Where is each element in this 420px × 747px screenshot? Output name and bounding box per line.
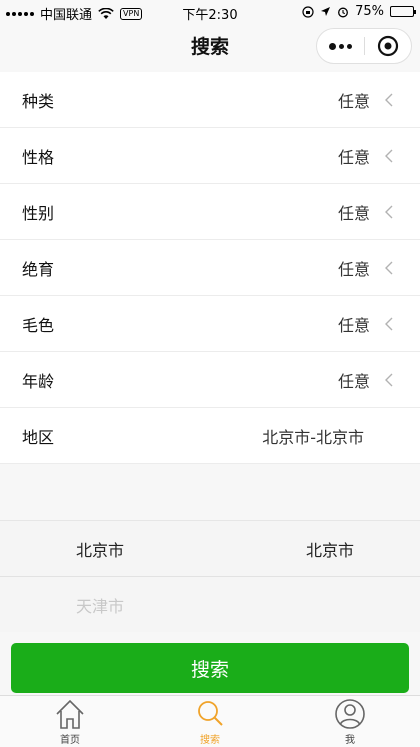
form-row-value: 任意 xyxy=(337,259,370,279)
form-row-label: 种类 xyxy=(22,91,55,111)
tab-home[interactable]: 首页 xyxy=(0,696,140,747)
filter-form: 种类 任意 性格 任意 性别 任意 绝育 任意 毛色 任意 年龄 任意 地区 北京市-北京市 xyxy=(0,72,420,464)
chevron-left-icon xyxy=(385,317,393,330)
form-row-value: 任意 xyxy=(337,315,370,335)
picker-city[interactable]: 北京市 xyxy=(210,537,420,561)
form-row-label: 性格 xyxy=(22,147,55,167)
picker-province[interactable]: 北京市 xyxy=(0,537,210,561)
form-row-value: 任意 xyxy=(337,91,370,111)
form-row[interactable]: 绝育 任意 xyxy=(0,240,420,296)
form-row[interactable]: 性格 任意 xyxy=(0,128,420,184)
form-row-region[interactable]: 地区 北京市-北京市 xyxy=(0,408,420,464)
form-row-value: 任意 xyxy=(337,203,370,223)
picker-next-row[interactable]: 天津市 xyxy=(0,577,420,633)
home-icon xyxy=(56,699,84,729)
target-circle-icon[interactable] xyxy=(364,35,411,57)
form-row-label: 性别 xyxy=(22,203,55,223)
tab-label: 首页 xyxy=(60,735,80,746)
alarm-icon xyxy=(338,7,349,17)
search-icon xyxy=(198,701,223,726)
status-bar: 中国联通 VPN 下午2:30 75% xyxy=(0,0,420,24)
tab-label: 我 xyxy=(345,735,355,746)
form-row-label: 地区 xyxy=(22,427,55,447)
region-picker[interactable]: 北京市 北京市 天津市 xyxy=(0,520,420,632)
form-row[interactable]: 性别 任意 xyxy=(0,184,420,240)
form-row-value: 任意 xyxy=(337,147,370,167)
search-button[interactable]: 搜索 xyxy=(11,643,409,693)
status-bar-right: 75% xyxy=(302,4,416,19)
chevron-left-icon xyxy=(385,149,393,162)
picker-selected-row[interactable]: 北京市 北京市 xyxy=(0,521,420,577)
capsule-menu xyxy=(316,28,412,64)
picker-province-next[interactable]: 天津市 xyxy=(0,593,210,617)
form-row-value: 任意 xyxy=(337,371,370,391)
rotation-lock-icon xyxy=(302,5,314,18)
tab-me[interactable]: 我 xyxy=(280,696,420,747)
form-row-label: 年龄 xyxy=(22,371,55,391)
more-dots-icon[interactable] xyxy=(317,42,364,50)
form-row-label: 绝育 xyxy=(22,259,55,279)
chevron-left-icon xyxy=(385,261,393,274)
battery-percent: 75% xyxy=(355,4,384,19)
user-icon xyxy=(335,699,365,729)
nav-bar: 搜索 xyxy=(0,24,420,70)
form-row-label: 毛色 xyxy=(22,315,55,335)
form-row[interactable]: 种类 任意 xyxy=(0,72,420,128)
chevron-left-icon xyxy=(385,373,393,386)
tab-bar: 首页 搜索 我 xyxy=(0,695,420,747)
chevron-left-icon xyxy=(385,93,393,106)
location-arrow-icon xyxy=(321,7,331,16)
tab-label: 搜索 xyxy=(200,735,220,746)
tab-search[interactable]: 搜索 xyxy=(140,696,280,747)
form-row[interactable]: 年龄 任意 xyxy=(0,352,420,408)
battery-icon xyxy=(390,6,416,17)
chevron-left-icon xyxy=(385,205,393,218)
form-row-value: 北京市-北京市 xyxy=(262,427,364,447)
form-row[interactable]: 毛色 任意 xyxy=(0,296,420,352)
